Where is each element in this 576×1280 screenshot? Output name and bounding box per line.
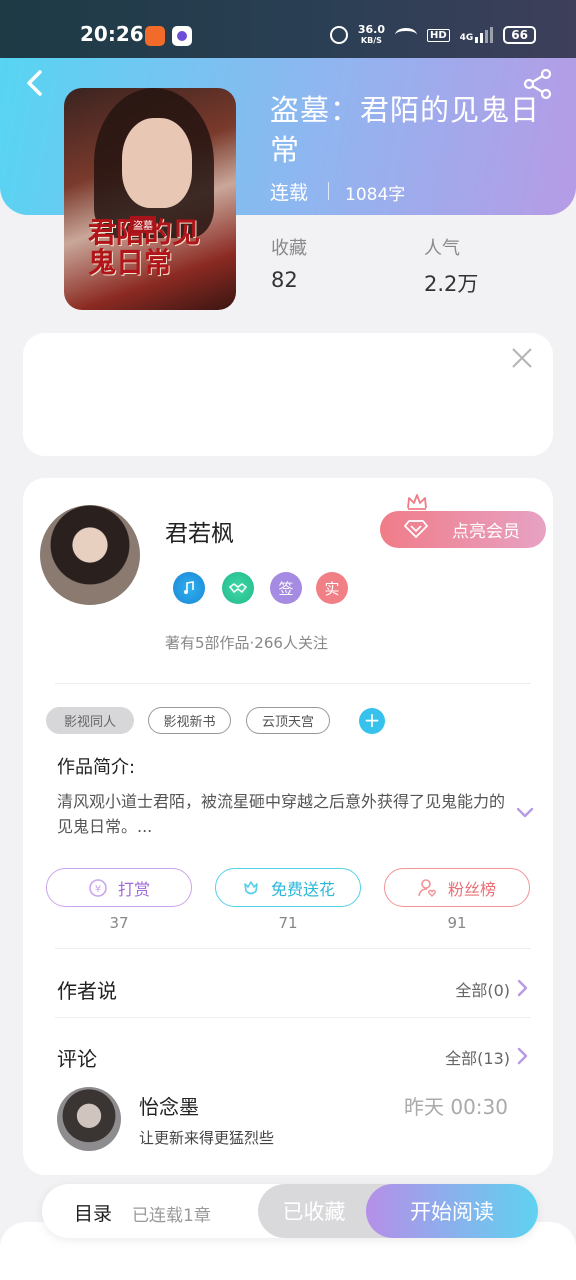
tag-item[interactable]: 影视新书 [148, 707, 231, 734]
ad-card [23, 333, 553, 456]
reward-button[interactable]: ¥ 打赏 [46, 868, 192, 907]
toc-button[interactable]: 目录 [74, 1199, 112, 1226]
author-meta: 著有5部作品·266人关注 [165, 634, 328, 652]
battery-indicator: 66 [503, 26, 536, 44]
book-cover[interactable]: 君陌的见鬼日常 盗墓 [64, 88, 236, 310]
start-reading-button[interactable]: 开始阅读 [366, 1184, 538, 1238]
reward-count: 37 [109, 914, 129, 932]
chevron-right-icon[interactable] [516, 979, 528, 997]
stat-favorites-label: 收藏 [271, 238, 307, 259]
divider [55, 948, 531, 949]
signal-icon: 4G [460, 27, 494, 43]
cover-art-face [122, 118, 192, 208]
divider [55, 683, 531, 684]
verified-badge[interactable]: 实 [316, 572, 348, 604]
fan-ranking-button[interactable]: 粉丝榜 [384, 868, 530, 907]
send-flower-button[interactable]: 免费送花 [215, 868, 361, 907]
author-says-title: 作者说 [57, 979, 117, 1003]
divider [328, 182, 329, 200]
comment-time: 昨天 00:30 [404, 1095, 508, 1119]
handshake-badge-icon[interactable] [222, 572, 254, 604]
author-avatar[interactable] [40, 505, 140, 605]
chevron-left-icon[interactable] [22, 68, 48, 98]
flower-count: 71 [278, 914, 298, 932]
cover-tag: 盗墓 [130, 216, 156, 233]
book-word-count: 1084字 [345, 185, 406, 205]
close-icon[interactable] [511, 347, 533, 369]
chevron-right-icon[interactable] [516, 1047, 528, 1065]
stat-popularity-label: 人气 [424, 238, 460, 259]
alarm-icon [329, 26, 348, 44]
network-speed-value: 36.0 [357, 23, 385, 36]
vip-button[interactable]: 点亮会员 [380, 511, 546, 548]
flower-icon [244, 880, 258, 894]
comments-title: 评论 [57, 1047, 97, 1071]
app-notification-icon-2 [172, 26, 192, 46]
coin-icon: ¥ [89, 878, 107, 897]
commenter-avatar[interactable] [57, 1087, 121, 1151]
signed-badge[interactable]: 签 [270, 572, 302, 604]
music-badge-icon[interactable] [173, 572, 205, 604]
divider [55, 1017, 531, 1018]
status-time: 20:26 [80, 22, 144, 46]
reward-label: 打赏 [117, 879, 150, 899]
status-indicators: 36.0 KB/S HD 4G 66 [329, 24, 536, 46]
book-status: 连载 [270, 182, 309, 204]
tag-item[interactable]: 影视同人 [46, 707, 134, 734]
comments-all-link[interactable]: 全部(13) [445, 1045, 510, 1069]
intro-text: 清风观小道士君陌，被流星砸中穿越之后意外获得了见鬼能力的见鬼日常。... [57, 792, 506, 836]
comment-text[interactable]: 让更新来得更猛烈些 [139, 1127, 274, 1148]
crown-icon [407, 494, 427, 510]
fans-count: 91 [447, 914, 467, 932]
hd-indicator: HD [426, 28, 450, 42]
commenter-name[interactable]: 怡念墨 [139, 1091, 199, 1120]
toc-status[interactable]: 已连载1章 [132, 1201, 211, 1226]
diamond-icon [404, 520, 428, 538]
author-name[interactable]: 君若枫 [165, 514, 234, 548]
network-speed: 36.0 KB/S [358, 24, 385, 46]
add-tag-button[interactable]: + [359, 708, 385, 734]
intro-heading: 作品简介: [57, 757, 136, 778]
author-says-all-link[interactable]: 全部(0) [455, 977, 510, 1001]
svg-text:¥: ¥ [95, 884, 101, 895]
user-heart-icon [418, 878, 437, 897]
app-notification-icon [145, 26, 165, 46]
tag-item[interactable]: 云顶天宫 [246, 707, 330, 734]
chevron-down-icon[interactable] [515, 806, 535, 820]
send-flower-label: 免费送花 [270, 879, 335, 899]
wifi-icon [394, 28, 417, 42]
stat-popularity-value: 2.2万 [424, 272, 479, 296]
network-speed-unit: KB/S [360, 36, 382, 45]
vip-button-label: 点亮会员 [452, 522, 520, 542]
fan-ranking-label: 粉丝榜 [447, 879, 496, 899]
book-title: 盗墓：君陌的见鬼日常 [270, 93, 541, 167]
stat-favorites-value: 82 [271, 268, 298, 292]
network-type: 4G [459, 33, 474, 43]
